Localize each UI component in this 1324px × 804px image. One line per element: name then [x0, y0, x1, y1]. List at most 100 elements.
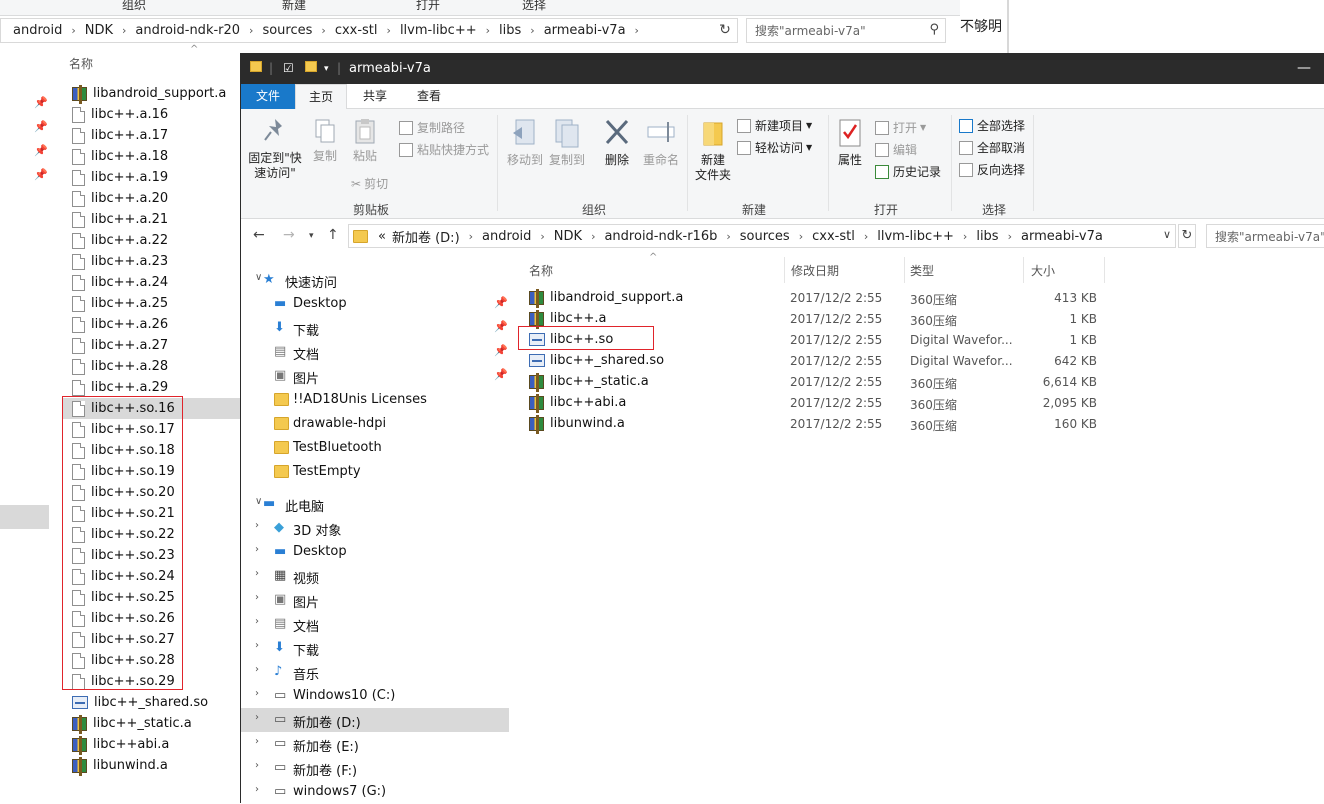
nav-item[interactable]: TestEmpty [241, 460, 509, 484]
forward-arrow-icon[interactable]: → [283, 227, 295, 243]
nav-item[interactable]: › ▭ 新加卷 (D:) [241, 708, 509, 732]
back-file-row[interactable]: libandroid_support.a [72, 83, 226, 104]
back-breadcrumb-item[interactable]: sources [262, 23, 312, 38]
copy-button[interactable]: 复制 [307, 117, 343, 164]
refresh-icon[interactable]: ↻ [1178, 224, 1196, 248]
chevron-right-icon[interactable]: › [255, 664, 259, 675]
back-file-row[interactable]: libc++.a.18 [72, 146, 168, 167]
back-file-row[interactable]: libc++.a.22 [72, 230, 168, 251]
title-bar[interactable]: | ☑ ▾ | armeabi-v7a — [241, 54, 1324, 84]
address-bar[interactable]: « 新加卷 (D:) › android › NDK › android-ndk-r16b › s… [348, 224, 1176, 248]
edit-button[interactable]: 编辑 [875, 141, 917, 158]
back-file-row[interactable]: libc++.a.21 [72, 209, 168, 230]
pin-to-quick-access-button[interactable]: 固定到"快 速访问" [245, 117, 305, 181]
nav-item[interactable]: !!AD18Unis Licenses [241, 388, 509, 412]
nav-item[interactable]: ▣ 图片 📌 [241, 364, 509, 388]
tab-share[interactable]: 共享 [351, 84, 399, 109]
chevron-right-icon[interactable]: › [255, 760, 259, 771]
back-breadcrumb-item[interactable]: NDK [85, 23, 113, 38]
nav-item[interactable]: › ♪ 音乐 [241, 660, 509, 684]
back-file-row[interactable]: libc++.a.19 [72, 167, 168, 188]
chevron-right-icon[interactable]: › [387, 24, 391, 37]
nav-item[interactable]: ▬ Desktop 📌 [241, 292, 509, 316]
chevron-right-icon[interactable]: › [1008, 230, 1012, 243]
back-breadcrumb-item[interactable]: armeabi-v7a [544, 23, 626, 38]
nav-item[interactable]: › ▦ 视频 [241, 564, 509, 588]
breadcrumb-item[interactable]: armeabi-v7a [1021, 229, 1103, 244]
breadcrumb-item[interactable]: cxx-stl [812, 229, 855, 244]
chevron-right-icon[interactable]: › [255, 544, 259, 555]
nav-item[interactable]: ⬇ 下载 📌 [241, 316, 509, 340]
select-none-button[interactable]: 全部取消 [959, 139, 1025, 156]
invert-selection-button[interactable]: 反向选择 [959, 161, 1025, 178]
nav-item[interactable]: › ▤ 文档 [241, 612, 509, 636]
back-column-name-header[interactable]: 名称 [69, 55, 93, 72]
select-all-button[interactable]: 全部选择 [959, 117, 1025, 134]
chevron-right-icon[interactable]: › [321, 24, 325, 37]
up-arrow-icon[interactable]: ↑ [327, 227, 339, 243]
back-file-row[interactable]: libc++.a.27 [72, 335, 168, 356]
nav-item[interactable]: ∨ ▬ 此电脑 [241, 492, 509, 516]
back-breadcrumb-item[interactable]: android-ndk-r20 [135, 23, 240, 38]
nav-item[interactable]: › ▬ Desktop [241, 540, 509, 564]
chevron-right-icon[interactable]: › [963, 230, 967, 243]
chevron-right-icon[interactable]: › [864, 230, 868, 243]
table-row[interactable]: libandroid_support.a 2017/12/2 2:55 360压缩 4… [521, 288, 1101, 309]
chevron-right-icon[interactable]: › [469, 230, 473, 243]
back-file-row[interactable]: libc++.a.24 [72, 272, 168, 293]
nav-item[interactable]: ▤ 文档 📌 [241, 340, 509, 364]
nav-item[interactable]: TestBluetooth [241, 436, 509, 460]
chevron-right-icon[interactable]: › [255, 688, 259, 699]
back-file-row[interactable]: libc++.a.23 [72, 251, 168, 272]
back-breadcrumb-item[interactable]: cxx-stl [335, 23, 378, 38]
cut-button[interactable]: ✂ 剪切 [351, 175, 388, 192]
breadcrumb-item[interactable]: android [482, 229, 531, 244]
open-button[interactable]: 打开 ▼ [875, 119, 926, 136]
back-file-row[interactable]: libc++_shared.so [72, 692, 208, 713]
chevron-right-icon[interactable]: › [255, 616, 259, 627]
breadcrumb-item[interactable]: libs [976, 229, 998, 244]
chevron-right-icon[interactable]: › [486, 24, 490, 37]
search-input[interactable]: 搜索"armeabi-v7a" [1206, 224, 1324, 248]
tab-home[interactable]: 主页 [295, 84, 347, 109]
recent-locations-icon[interactable]: ▾ [309, 231, 314, 241]
quick-access-dropdown-icon[interactable]: ▾ [324, 64, 329, 74]
back-nav-selected-item[interactable] [0, 505, 49, 529]
breadcrumb-item[interactable]: NDK [554, 229, 582, 244]
new-item-button[interactable]: 新建项目 ▼ [737, 117, 812, 134]
nav-item[interactable]: › ▭ 新加卷 (F:) [241, 756, 509, 780]
nav-item[interactable]: › ▭ Windows10 (C:) [241, 684, 509, 708]
breadcrumb-item[interactable]: android-ndk-r16b [604, 229, 717, 244]
table-row[interactable]: libc++_shared.so 2017/12/2 2:55 Digital Wa… [521, 351, 1101, 372]
back-file-row[interactable]: libc++.a.17 [72, 125, 168, 146]
nav-item[interactable]: › ⬇ 下载 [241, 636, 509, 660]
back-file-row[interactable]: libc++.a.28 [72, 356, 168, 377]
chevron-right-icon[interactable]: › [255, 712, 259, 723]
chevron-right-icon[interactable]: › [255, 736, 259, 747]
table-row[interactable]: libunwind.a 2017/12/2 2:55 360压缩 160 KB [521, 414, 1101, 435]
chevron-right-icon[interactable]: › [591, 230, 595, 243]
nav-item[interactable]: › ▭ 新加卷 (E:) [241, 732, 509, 756]
chevron-down-icon[interactable]: ∨ [255, 272, 262, 283]
back-file-row[interactable]: libc++.a.29 [72, 377, 168, 398]
chevron-right-icon[interactable]: › [71, 24, 75, 37]
nav-item[interactable]: › ▭ windows7 (G:) [241, 780, 509, 804]
back-file-row[interactable]: libc++.a.20 [72, 188, 168, 209]
chevron-right-icon[interactable]: › [635, 24, 639, 37]
column-header-name[interactable]: 名称 [529, 262, 553, 279]
chevron-right-icon[interactable]: › [255, 568, 259, 579]
paste-shortcut-button[interactable]: 粘贴快捷方式 [399, 141, 489, 158]
tab-file[interactable]: 文件 [241, 84, 295, 109]
back-file-row[interactable]: libc++.a.16 [72, 104, 168, 125]
chevron-right-icon[interactable]: › [726, 230, 730, 243]
back-arrow-icon[interactable]: ← [253, 227, 265, 243]
copy-path-button[interactable]: 复制路径 [399, 119, 465, 136]
back-file-row[interactable]: libc++_static.a [72, 713, 192, 734]
back-search-input[interactable]: 搜索"armeabi-v7a" ⚲ [746, 18, 946, 43]
chevron-right-icon[interactable]: › [255, 520, 259, 531]
chevron-right-icon[interactable]: › [255, 592, 259, 603]
back-refresh-icon[interactable]: ↻ [716, 21, 734, 39]
chevron-right-icon[interactable]: › [799, 230, 803, 243]
chevron-down-icon[interactable]: ∨ [255, 496, 262, 507]
chevron-right-icon[interactable]: › [540, 230, 544, 243]
